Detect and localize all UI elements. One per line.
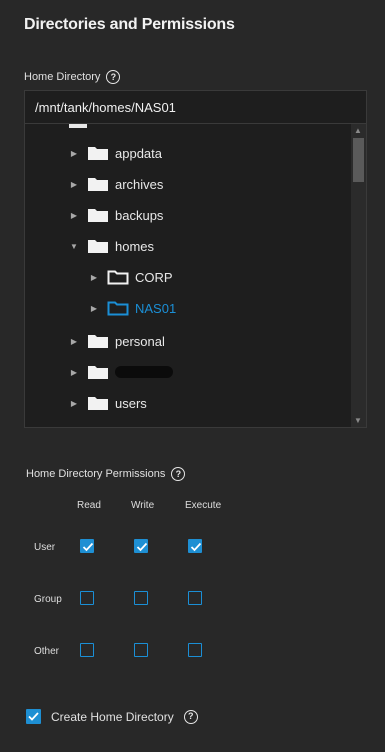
other-read-checkbox[interactable]: [80, 643, 94, 657]
folder-icon: [88, 397, 108, 410]
redacted-label: [115, 366, 173, 378]
check-icon: [136, 542, 148, 552]
scroll-down-icon[interactable]: ▼: [354, 416, 362, 425]
column-header-read: Read: [77, 500, 101, 511]
folder-outline-icon: [107, 270, 129, 285]
expand-arrow-icon[interactable]: ▶: [89, 304, 99, 313]
tree-item-label: NAS01: [135, 300, 177, 316]
row-label-group: Group: [34, 594, 62, 605]
user-read-checkbox[interactable]: [80, 539, 94, 553]
check-icon: [190, 542, 202, 552]
create-home-directory-label: Create Home Directory: [51, 709, 174, 724]
folder-icon: [88, 209, 108, 222]
folder-icon: [88, 178, 108, 191]
expand-arrow-icon[interactable]: ▶: [69, 337, 79, 346]
tree-item-nas01[interactable]: ▶ NAS01: [89, 296, 176, 320]
tree-item-appdata[interactable]: ▶ appdata: [69, 141, 162, 165]
group-write-checkbox[interactable]: [134, 591, 148, 605]
tree-item-label: homes: [115, 238, 155, 254]
column-header-execute: Execute: [185, 500, 222, 511]
row-label-user: User: [34, 542, 56, 553]
column-header-write: Write: [131, 500, 155, 511]
section-title: Directories and Permissions: [24, 16, 235, 33]
other-execute-checkbox[interactable]: [188, 643, 202, 657]
tree-item-label: archives: [115, 176, 164, 192]
user-write-checkbox[interactable]: [134, 539, 148, 553]
directory-tree: ▶ appdata ▶ archives ▶ backups ▼ homes ▶…: [24, 124, 367, 428]
user-execute-checkbox[interactable]: [188, 539, 202, 553]
tree-item-users[interactable]: ▶ users: [69, 391, 147, 415]
tree-item-label: appdata: [115, 145, 162, 161]
tree-item-personal[interactable]: ▶ personal: [69, 329, 165, 353]
tree-item-redacted[interactable]: ▶: [69, 360, 173, 384]
collapse-arrow-icon[interactable]: ▼: [69, 242, 79, 251]
tree-item-label: CORP: [135, 269, 173, 285]
expand-arrow-icon[interactable]: ▶: [69, 180, 79, 189]
scrollbar-thumb[interactable]: [353, 138, 364, 182]
create-home-directory-checkbox[interactable]: [26, 709, 41, 724]
tree-item-label: personal: [115, 333, 165, 349]
folder-icon: [88, 147, 108, 160]
tree-item-archives[interactable]: ▶ archives: [69, 172, 164, 196]
folder-outline-icon: [107, 301, 129, 316]
scroll-up-icon[interactable]: ▲: [354, 126, 362, 135]
help-icon[interactable]: ?: [106, 70, 121, 84]
tree-cut-folder: [69, 124, 87, 128]
other-write-checkbox[interactable]: [134, 643, 148, 657]
expand-arrow-icon[interactable]: ▶: [69, 211, 79, 220]
expand-arrow-icon[interactable]: ▶: [69, 368, 79, 377]
permissions-label: Home Directory Permissions ?: [26, 467, 186, 481]
tree-item-label: users: [115, 395, 147, 411]
home-directory-input[interactable]: [24, 90, 367, 124]
tree-item-corp[interactable]: ▶ CORP: [89, 265, 173, 289]
expand-arrow-icon[interactable]: ▶: [69, 399, 79, 408]
expand-arrow-icon[interactable]: ▶: [69, 149, 79, 158]
row-label-other: Other: [34, 646, 60, 657]
help-icon[interactable]: ?: [183, 709, 198, 724]
tree-item-label: backups: [115, 207, 164, 223]
permissions-label-text: Home Directory Permissions: [26, 468, 166, 480]
help-icon[interactable]: ?: [171, 467, 186, 481]
tree-scrollbar[interactable]: ▲ ▼: [351, 124, 366, 427]
tree-item-backups[interactable]: ▶ backups: [69, 203, 164, 227]
tree-item-homes[interactable]: ▼ homes: [69, 234, 154, 258]
home-directory-label: Home Directory ?: [24, 70, 121, 84]
check-icon: [28, 712, 39, 721]
home-directory-label-text: Home Directory: [24, 71, 101, 83]
group-read-checkbox[interactable]: [80, 591, 94, 605]
folder-icon: [88, 240, 108, 253]
group-execute-checkbox[interactable]: [188, 591, 202, 605]
expand-arrow-icon[interactable]: ▶: [89, 273, 99, 282]
check-icon: [82, 542, 94, 552]
folder-icon: [88, 366, 108, 379]
folder-icon: [88, 335, 108, 348]
create-home-directory-row: Create Home Directory ?: [26, 709, 198, 724]
